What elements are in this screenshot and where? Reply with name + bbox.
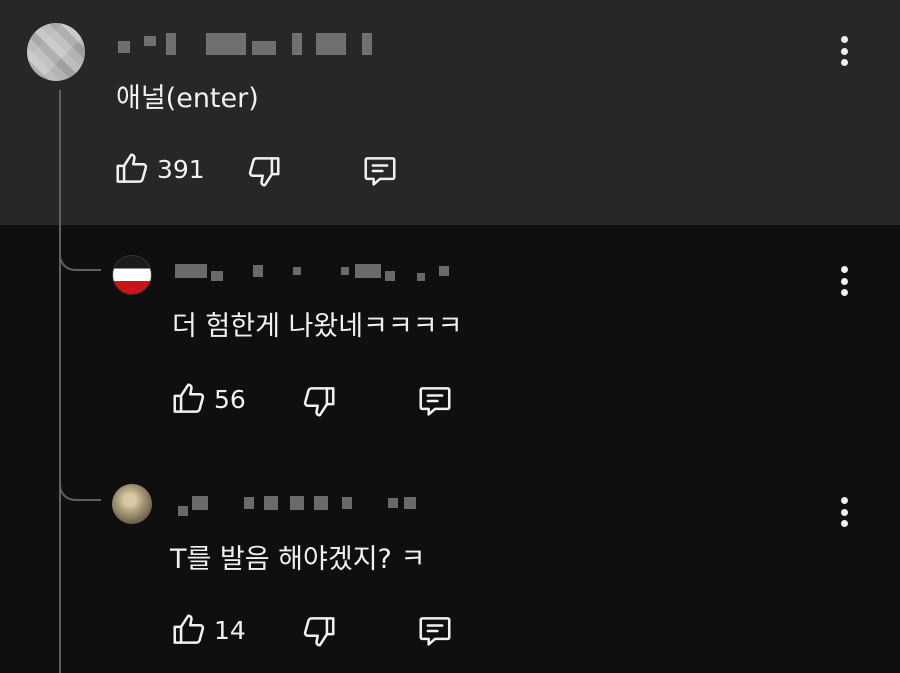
dislike-button[interactable] xyxy=(245,152,283,190)
avatar[interactable] xyxy=(112,484,152,524)
dislike-button[interactable] xyxy=(300,612,338,650)
comment-text: 애널(enter) xyxy=(116,83,259,114)
reply-connector xyxy=(59,247,101,271)
like-button[interactable]: 14 xyxy=(170,611,246,649)
reply-thread-line xyxy=(59,90,61,673)
more-vertical-icon[interactable] xyxy=(834,497,854,527)
like-count: 14 xyxy=(214,615,246,645)
avatar[interactable] xyxy=(27,23,85,81)
dislike-button[interactable] xyxy=(300,382,338,420)
thumbs-up-icon xyxy=(170,380,208,418)
thumbs-down-icon xyxy=(245,152,283,190)
author-name-redacted[interactable] xyxy=(175,262,449,281)
thumbs-up-icon xyxy=(170,611,208,649)
like-button[interactable]: 56 xyxy=(170,380,246,418)
like-count: 56 xyxy=(214,384,246,414)
reply-comment-icon xyxy=(360,152,400,190)
thumbs-up-icon xyxy=(113,150,151,188)
author-name-redacted[interactable] xyxy=(118,33,372,55)
thumbs-down-icon xyxy=(300,612,338,650)
like-count: 391 xyxy=(157,154,205,184)
avatar[interactable] xyxy=(112,255,152,295)
thumbs-down-icon xyxy=(300,382,338,420)
comment-text: 더 험한게 나왔네ㅋㅋㅋㅋ xyxy=(172,311,463,342)
more-vertical-icon[interactable] xyxy=(834,36,854,66)
reply-button[interactable] xyxy=(415,382,455,420)
reply-comment-icon xyxy=(415,382,455,420)
author-name-redacted[interactable] xyxy=(178,494,416,516)
reply-connector xyxy=(59,477,101,501)
comment-text: T를 발음 해야겠지? ㅋ xyxy=(170,544,426,575)
reply-button[interactable] xyxy=(360,152,400,190)
reply-comment-icon xyxy=(415,612,455,650)
reply-button[interactable] xyxy=(415,612,455,650)
more-vertical-icon[interactable] xyxy=(834,266,854,296)
like-button[interactable]: 391 xyxy=(113,150,205,188)
